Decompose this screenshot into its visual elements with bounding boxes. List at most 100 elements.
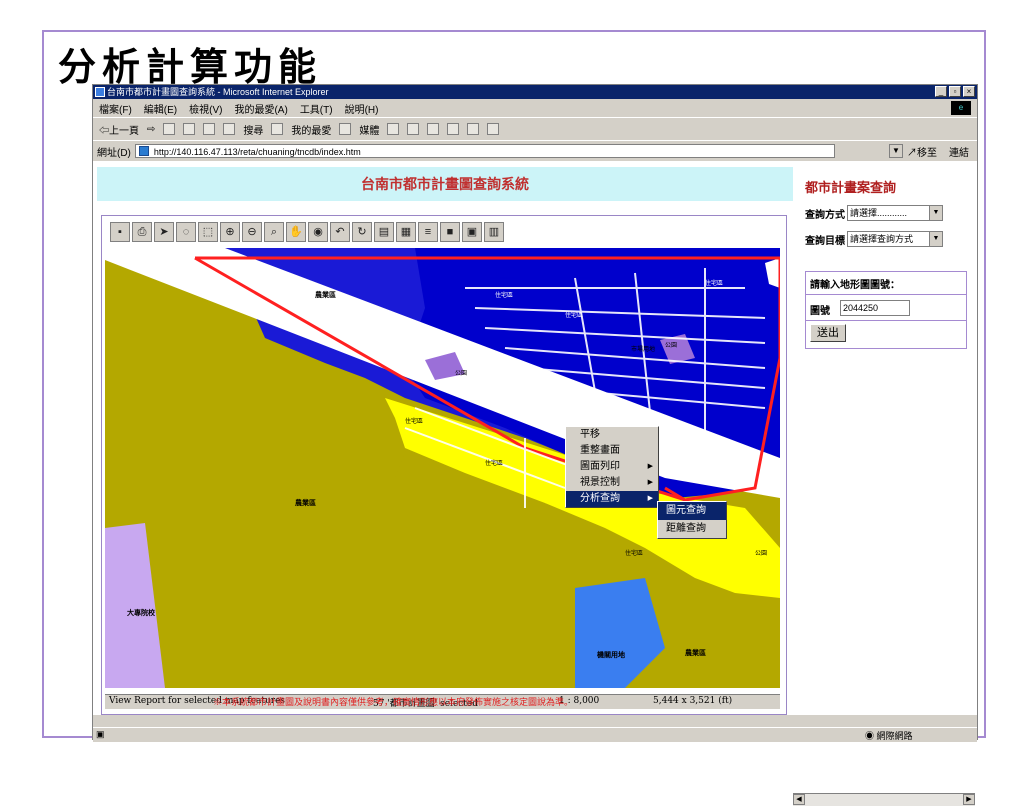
scroll-right-icon[interactable]: ▶ [963, 794, 975, 805]
minimize-button[interactable]: _ [935, 86, 947, 97]
print-icon[interactable] [427, 123, 440, 135]
media-icon [339, 123, 352, 135]
map-graphics [105, 248, 780, 688]
standard-toolbar: ⇦上一頁 ⇨ 搜尋 我的最愛 媒體 [93, 118, 977, 141]
close-button[interactable]: × [963, 86, 975, 97]
menu-help[interactable]: 說明(H) [345, 101, 379, 116]
map-toolbar: ▪ ⎙ ➤ ◌ ⬚ ⊕ ⊖ ⌕ ✋ ◉ ↶ ↻ ▤ ▦ ≡ ■ ▣ ▥ [110, 222, 504, 244]
search-button[interactable]: 搜尋 [243, 122, 263, 137]
chevron-right-icon: ▶ [647, 463, 653, 470]
zoom-out-icon[interactable]: ⊖ [242, 222, 262, 242]
slide-title: 分析計算功能 [58, 44, 323, 89]
search-icon [223, 123, 236, 135]
label-residential: 住宅區 [705, 281, 724, 287]
address-url: http://140.116.47.113/reta/chuaning/tncd… [153, 147, 361, 157]
ie-app-icon [95, 87, 105, 97]
map-number-box: 請輸入地形圖圖號： 圖號 2044250 送出 [805, 271, 967, 349]
refresh-map-icon[interactable]: ↻ [352, 222, 372, 242]
go-button[interactable]: ↗移至 [907, 144, 937, 159]
ie-logo-icon: e [951, 101, 971, 115]
label-agri-2: 農業區 [295, 500, 316, 507]
zoom-icon[interactable]: ⌕ [264, 222, 284, 242]
submenu-distance-query[interactable]: 距離查詢 [658, 520, 726, 538]
label-agri-1: 農業區 [315, 292, 336, 299]
clear-icon[interactable]: ▥ [484, 222, 504, 242]
status-extent: 5,444 x 3,521 (ft) [653, 696, 733, 706]
stop-icon[interactable] [163, 123, 176, 135]
rect-select-icon[interactable]: ⬚ [198, 222, 218, 242]
label-agri-3: 農業區 [685, 650, 706, 657]
media-button[interactable]: 媒體 [359, 122, 379, 137]
ctx-view-control[interactable]: 視景控制 ▶ [566, 475, 658, 491]
address-input[interactable]: http://140.116.47.113/reta/chuaning/tncd… [134, 144, 835, 158]
label-residential: 住宅區 [565, 313, 584, 319]
maximize-button[interactable]: ▫ [949, 86, 961, 97]
map-panel: ▪ ⎙ ➤ ◌ ⬚ ⊕ ⊖ ⌕ ✋ ◉ ↶ ↻ ▤ ▦ ≡ ■ ▣ ▥ 農業區 … [101, 215, 787, 715]
map-context-menu: 平移 重整畫面 圖面列印 ▶ 視景控制 ▶ 分析查詢 ▶ [565, 426, 659, 508]
back-button[interactable]: ⇦上一頁 [99, 122, 139, 137]
menu-view[interactable]: 檢視(V) [189, 101, 222, 116]
favorites-button[interactable]: 我的最愛 [291, 122, 331, 137]
query-mode-select[interactable]: 請選擇............ ▼ [847, 205, 943, 221]
layer-icon[interactable]: ≡ [418, 222, 438, 242]
horizontal-scrollbar[interactable]: ◀ ▶ [793, 793, 975, 806]
refresh-icon[interactable] [183, 123, 196, 135]
internet-zone: ◉ 網際網路 [865, 731, 913, 741]
zoom-in-icon[interactable]: ⊕ [220, 222, 240, 242]
address-dropdown-icon[interactable]: ▼ [889, 144, 903, 158]
edit-icon[interactable] [447, 123, 460, 135]
previous-view-icon[interactable]: ↶ [330, 222, 350, 242]
submit-button[interactable]: 送出 [810, 324, 846, 342]
submenu-feature-query[interactable]: 圖元查詢 [658, 502, 726, 520]
pointer-icon[interactable]: ➤ [154, 222, 174, 242]
overview-icon[interactable]: ▣ [462, 222, 482, 242]
legend-icon[interactable]: ▦ [396, 222, 416, 242]
menu-edit[interactable]: 編輯(E) [144, 101, 177, 116]
label-residential: 住宅區 [485, 461, 504, 467]
label-school: 大專院校 [127, 610, 155, 617]
favorites-icon [271, 123, 284, 135]
globe-icon[interactable]: ◉ [308, 222, 328, 242]
save-icon[interactable]: ▪ [110, 222, 130, 242]
scroll-left-icon[interactable]: ◀ [793, 794, 805, 805]
query-target-select[interactable]: 請選擇查詢方式 ▼ [847, 231, 943, 247]
map-number-label: 圖號 [810, 306, 830, 317]
report-icon[interactable]: ▤ [374, 222, 394, 242]
window-titlebar[interactable]: 台南市都市計畫圖查詢系統 - Microsoft Internet Explor… [93, 85, 977, 99]
chevron-down-icon: ▼ [929, 232, 942, 246]
ctx-pan[interactable]: 平移 [566, 427, 658, 443]
menu-file[interactable]: 檔案(F) [99, 101, 132, 116]
label-residential: 住宅區 [495, 293, 514, 299]
pan-hand-icon[interactable]: ✋ [286, 222, 306, 242]
history-icon[interactable] [387, 123, 400, 135]
circle-select-icon[interactable]: ◌ [176, 222, 196, 242]
chevron-down-icon: ▼ [929, 206, 942, 220]
print-map-icon[interactable]: ⎙ [132, 222, 152, 242]
map-canvas[interactable]: 農業區 農業區 農業區 大專院校 機關用地 市場用地 公園 公園 公園 住宅區 … [105, 248, 780, 688]
ctx-print[interactable]: 圖面列印 ▶ [566, 459, 658, 475]
messenger-icon[interactable] [487, 123, 500, 135]
map-number-input[interactable]: 2044250 [840, 300, 910, 316]
color-icon[interactable]: ■ [440, 222, 460, 242]
ctx-refresh[interactable]: 重整畫面 [566, 443, 658, 459]
chevron-right-icon: ▶ [647, 479, 653, 486]
menu-tools[interactable]: 工具(T) [300, 101, 333, 116]
disclaimer-text: ※本系統都市計畫圖及說明書內容僅供參考，確實情形應以本府發佈實施之核定圖說為準。 [213, 697, 574, 707]
done-page-icon: ▣ [96, 729, 105, 739]
query-mode-label: 查詢方式 [805, 209, 845, 221]
query-title: 都市計畫案查詢 [805, 181, 897, 196]
query-target-label: 查詢目標 [805, 235, 845, 247]
window-title: 台南市都市計畫圖查詢系統 - Microsoft Internet Explor… [107, 87, 329, 97]
home-icon[interactable] [203, 123, 216, 135]
address-bar: 網址(D) http://140.116.47.113/reta/chuanin… [93, 141, 977, 170]
chevron-right-icon: ▶ [647, 495, 653, 502]
label-park-3: 公園 [755, 551, 768, 557]
menu-favorites[interactable]: 我的最愛(A) [234, 101, 287, 116]
page-viewport: 台南市都市計畫圖查詢系統 ▪ ⎙ ➤ ◌ ⬚ ⊕ ⊖ ⌕ ✋ ◉ ↶ ↻ ▤ ▦… [93, 161, 977, 806]
ctx-analysis-query[interactable]: 分析查詢 ▶ [566, 491, 658, 507]
mail-icon[interactable] [407, 123, 420, 135]
address-label: 網址(D) [97, 147, 131, 159]
discuss-icon[interactable] [467, 123, 480, 135]
label-park-2: 公園 [665, 343, 678, 349]
forward-button[interactable]: ⇨ [147, 124, 155, 135]
